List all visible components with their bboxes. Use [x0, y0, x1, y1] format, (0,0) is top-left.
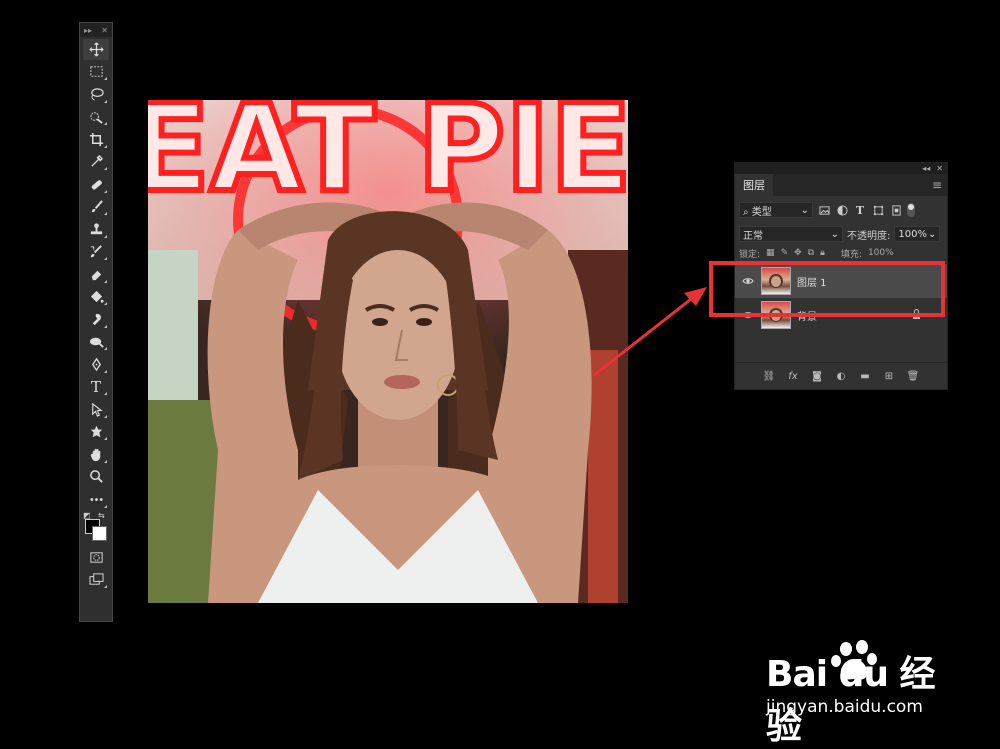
- panel-titlebar[interactable]: ◂◂ ✕: [735, 163, 947, 174]
- add-mask-icon[interactable]: ◙: [810, 371, 824, 382]
- lasso-icon: [90, 87, 104, 101]
- lock-position-icon[interactable]: ✥: [794, 248, 802, 258]
- screen-mode-button[interactable]: [83, 569, 109, 590]
- healing-tool[interactable]: [83, 174, 109, 195]
- filter-smart-object-icon[interactable]: [889, 203, 903, 217]
- shape-tool[interactable]: [83, 421, 109, 442]
- layer-style-button[interactable]: fx: [786, 371, 800, 382]
- lock-row: 锁定: ▦ ✎ ✥ ⧉ 🔒︎ 填充: 100%: [735, 246, 947, 260]
- toolbar-header[interactable]: ▸▸ ✕: [80, 23, 112, 37]
- eyedropper-icon: [90, 154, 103, 167]
- dodge-icon: [89, 337, 104, 348]
- collapse-icon[interactable]: ◂◂: [922, 164, 930, 173]
- lasso-tool[interactable]: [83, 84, 109, 105]
- tools-panel: ▸▸ ✕ T ◩ ⇆: [79, 22, 113, 622]
- quick-mask-icon: [89, 551, 103, 563]
- eyedropper-tool[interactable]: [83, 151, 109, 172]
- brush-icon: [91, 200, 103, 213]
- lock-artboard-icon[interactable]: ⧉: [808, 248, 814, 258]
- pen-tool[interactable]: [83, 354, 109, 375]
- search-icon: ⌕: [743, 206, 749, 218]
- screen-mode-icon: [88, 573, 104, 585]
- dodge-tool[interactable]: [83, 331, 109, 352]
- chevron-down-icon: ⌄: [927, 228, 937, 240]
- watermark-url: jingyan.baidu.com: [766, 697, 923, 717]
- filter-pixel-icon[interactable]: [817, 203, 831, 217]
- hand-tool[interactable]: [83, 444, 109, 465]
- hand-icon: [90, 448, 100, 461]
- type-tool[interactable]: T: [83, 376, 109, 397]
- type-icon: T: [90, 377, 101, 396]
- blend-mode-select[interactable]: 正常 ⌄: [739, 226, 843, 242]
- portrait-photo: EAT PIE: [148, 100, 628, 603]
- history-brush-icon: [90, 245, 102, 258]
- stamp-icon: [90, 222, 102, 234]
- color-swatches: ◩ ⇆: [80, 511, 112, 545]
- adjustment-layer-icon[interactable]: ◐: [834, 371, 848, 382]
- more-tools[interactable]: [83, 489, 109, 510]
- group-folder-icon[interactable]: ▬: [858, 371, 872, 382]
- stamp-tool[interactable]: [83, 219, 109, 240]
- filter-shape-icon[interactable]: [871, 203, 885, 217]
- layers-footer: ⛓ fx ◙ ◐ ▬ ⊞ 🗑︎: [735, 362, 947, 389]
- lock-pixels-icon[interactable]: ▦: [766, 248, 775, 258]
- crop-icon: [89, 132, 103, 146]
- lock-image-icon[interactable]: ✎: [781, 248, 789, 258]
- collapse-icon[interactable]: ▸▸: [84, 26, 92, 35]
- crop-tool[interactable]: [83, 129, 109, 150]
- smudge-icon: [92, 313, 101, 325]
- custom-shape-icon: [90, 425, 102, 438]
- eraser-icon: [91, 270, 101, 280]
- blend-mode-value: 正常: [743, 230, 763, 242]
- move-tool[interactable]: [83, 38, 109, 60]
- paint-bucket-icon: [90, 290, 104, 303]
- panel-menu-icon[interactable]: ≡: [932, 174, 947, 196]
- lock-label: 锁定:: [739, 249, 761, 260]
- delete-trash-icon[interactable]: 🗑︎: [906, 371, 920, 382]
- quick-select-tool[interactable]: [83, 106, 109, 127]
- opacity-input[interactable]: 100% ⌄: [894, 226, 941, 242]
- filter-type-icon[interactable]: T: [853, 203, 867, 217]
- fill-value[interactable]: 100%: [868, 248, 894, 258]
- pen-icon: [91, 357, 101, 371]
- history-brush-tool[interactable]: [83, 241, 109, 262]
- brush-tool[interactable]: [83, 196, 109, 217]
- paint-bucket-tool[interactable]: [83, 286, 109, 307]
- zoom-icon: [89, 470, 103, 483]
- filter-kind-select[interactable]: ⌕ 类型 ⌄: [739, 202, 813, 218]
- close-icon[interactable]: ✕: [101, 26, 108, 35]
- tab-layers[interactable]: 图层: [735, 174, 773, 196]
- marquee-tool[interactable]: [83, 61, 109, 82]
- marquee-icon: [89, 66, 103, 77]
- lock-all-icon[interactable]: 🔒︎: [820, 248, 825, 258]
- fill-label: 填充:: [840, 249, 862, 260]
- annotation-highlight-box: [709, 261, 945, 317]
- chevron-down-icon: ⌄: [800, 204, 809, 216]
- document-canvas[interactable]: EAT PIE: [148, 100, 628, 603]
- path-select-tool[interactable]: [83, 399, 109, 420]
- opacity-label: 不透明度:: [847, 230, 891, 242]
- zoom-tool[interactable]: [83, 466, 109, 487]
- new-layer-icon[interactable]: ⊞: [882, 371, 896, 382]
- move-icon: [89, 42, 103, 56]
- chevron-down-icon: ⌄: [830, 228, 839, 240]
- pointer-icon: [91, 402, 103, 417]
- filter-adjustment-icon[interactable]: [835, 203, 849, 217]
- filter-kind-label: 类型: [751, 206, 772, 218]
- link-layers-icon[interactable]: ⛓: [762, 371, 776, 382]
- ellipsis-icon: [89, 497, 103, 501]
- close-icon[interactable]: ✕: [936, 164, 943, 173]
- bandage-icon: [91, 179, 102, 190]
- blur-tool[interactable]: [83, 309, 109, 330]
- filter-toggle[interactable]: [907, 203, 915, 217]
- background-color[interactable]: [92, 526, 107, 541]
- eraser-tool[interactable]: [83, 264, 109, 285]
- baidu-watermark: Bai du 经验 jingyan.baidu.com: [766, 640, 966, 747]
- quick-mask-button[interactable]: [83, 547, 109, 568]
- quick-select-icon: [89, 112, 103, 124]
- neon-sign-text: EAT PIE: [148, 100, 628, 219]
- opacity-value: 100%: [898, 228, 927, 240]
